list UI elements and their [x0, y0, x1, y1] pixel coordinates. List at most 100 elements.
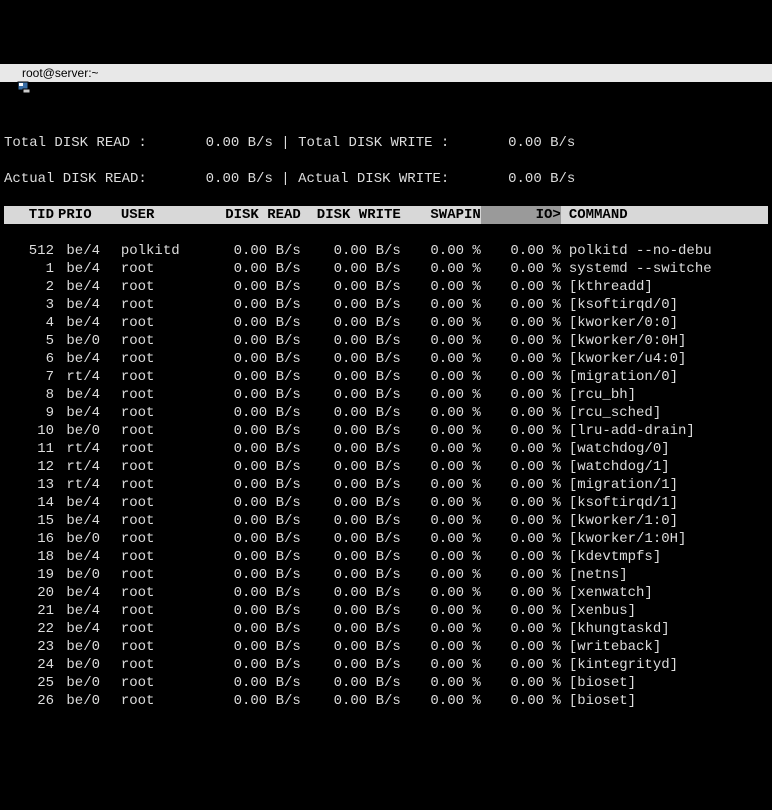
- cell-swapin: 0.00 %: [401, 242, 481, 260]
- process-row[interactable]: 16 be/0 root0.00 B/s0.00 B/s0.00 %0.00 %…: [4, 530, 768, 548]
- col-io[interactable]: IO>: [481, 206, 561, 224]
- cell-prio: rt/4: [54, 458, 104, 476]
- cell-swapin: 0.00 %: [401, 566, 481, 584]
- cell-tid: 2: [4, 278, 54, 296]
- process-row[interactable]: 18 be/4 root0.00 B/s0.00 B/s0.00 %0.00 %…: [4, 548, 768, 566]
- cell-tid: 12: [4, 458, 54, 476]
- cell-tid: 20: [4, 584, 54, 602]
- process-row[interactable]: 13 rt/4 root0.00 B/s0.00 B/s0.00 %0.00 %…: [4, 476, 768, 494]
- process-row[interactable]: 21 be/4 root0.00 B/s0.00 B/s0.00 %0.00 %…: [4, 602, 768, 620]
- cell-write: 0.00 B/s: [301, 296, 401, 314]
- cell-swapin: 0.00 %: [401, 620, 481, 638]
- process-row[interactable]: 3 be/4 root0.00 B/s0.00 B/s0.00 %0.00 %[…: [4, 296, 768, 314]
- cell-read: 0.00 B/s: [201, 602, 301, 620]
- process-row[interactable]: 8 be/4 root0.00 B/s0.00 B/s0.00 %0.00 %[…: [4, 386, 768, 404]
- cell-io: 0.00 %: [481, 278, 561, 296]
- process-row[interactable]: 6 be/4 root0.00 B/s0.00 B/s0.00 %0.00 %[…: [4, 350, 768, 368]
- process-row[interactable]: 10 be/0 root0.00 B/s0.00 B/s0.00 %0.00 %…: [4, 422, 768, 440]
- process-row[interactable]: 22 be/4 root0.00 B/s0.00 B/s0.00 %0.00 %…: [4, 620, 768, 638]
- terminal-output[interactable]: Total DISK READ : 0.00 B/s | Total DISK …: [0, 114, 772, 730]
- process-row[interactable]: 2 be/4 root0.00 B/s0.00 B/s0.00 %0.00 %[…: [4, 278, 768, 296]
- cell-write: 0.00 B/s: [301, 656, 401, 674]
- cell-read: 0.00 B/s: [201, 314, 301, 332]
- cell-swapin: 0.00 %: [401, 296, 481, 314]
- cell-swapin: 0.00 %: [401, 494, 481, 512]
- cell-prio: be/4: [54, 548, 104, 566]
- cell-user: root: [121, 530, 201, 548]
- process-row[interactable]: 20 be/4 root0.00 B/s0.00 B/s0.00 %0.00 %…: [4, 584, 768, 602]
- process-row[interactable]: 5 be/0 root0.00 B/s0.00 B/s0.00 %0.00 %[…: [4, 332, 768, 350]
- process-row[interactable]: 11 rt/4 root0.00 B/s0.00 B/s0.00 %0.00 %…: [4, 440, 768, 458]
- cell-write: 0.00 B/s: [301, 332, 401, 350]
- cell-write: 0.00 B/s: [301, 350, 401, 368]
- cell-read: 0.00 B/s: [201, 512, 301, 530]
- process-row[interactable]: 4 be/4 root0.00 B/s0.00 B/s0.00 %0.00 %[…: [4, 314, 768, 332]
- cell-io: 0.00 %: [481, 350, 561, 368]
- cell-write: 0.00 B/s: [301, 584, 401, 602]
- cell-swapin: 0.00 %: [401, 584, 481, 602]
- process-row[interactable]: 1 be/4 root0.00 B/s0.00 B/s0.00 %0.00 %s…: [4, 260, 768, 278]
- col-command[interactable]: COMMAND: [561, 206, 628, 224]
- cell-command: [watchdog/0]: [561, 440, 670, 458]
- cell-prio: be/0: [54, 530, 104, 548]
- cell-write: 0.00 B/s: [301, 404, 401, 422]
- col-swapin[interactable]: SWAPIN: [401, 206, 481, 224]
- cell-swapin: 0.00 %: [401, 314, 481, 332]
- process-row[interactable]: 26 be/0 root0.00 B/s0.00 B/s0.00 %0.00 %…: [4, 692, 768, 710]
- cell-read: 0.00 B/s: [201, 422, 301, 440]
- cell-io: 0.00 %: [481, 548, 561, 566]
- cell-command: [kthreadd]: [561, 278, 653, 296]
- cell-swapin: 0.00 %: [401, 386, 481, 404]
- cell-swapin: 0.00 %: [401, 638, 481, 656]
- cell-write: 0.00 B/s: [301, 620, 401, 638]
- cell-prio: be/4: [54, 494, 104, 512]
- cell-swapin: 0.00 %: [401, 692, 481, 710]
- process-row[interactable]: 12 rt/4 root0.00 B/s0.00 B/s0.00 %0.00 %…: [4, 458, 768, 476]
- cell-swapin: 0.00 %: [401, 476, 481, 494]
- cell-write: 0.00 B/s: [301, 278, 401, 296]
- cell-swapin: 0.00 %: [401, 332, 481, 350]
- cell-tid: 16: [4, 530, 54, 548]
- cell-io: 0.00 %: [481, 620, 561, 638]
- cell-read: 0.00 B/s: [201, 350, 301, 368]
- cell-command: [kworker/1:0]: [561, 512, 678, 530]
- cell-swapin: 0.00 %: [401, 278, 481, 296]
- cell-prio: be/4: [54, 620, 104, 638]
- cell-swapin: 0.00 %: [401, 350, 481, 368]
- window-title: root@server:~: [22, 66, 99, 80]
- col-tid[interactable]: TID: [4, 206, 54, 224]
- cell-io: 0.00 %: [481, 476, 561, 494]
- process-row[interactable]: 19 be/0 root0.00 B/s0.00 B/s0.00 %0.00 %…: [4, 566, 768, 584]
- col-prio[interactable]: PRIO: [54, 206, 104, 224]
- table-header: TIDPRIO USERDISK READDISK WRITESWAPINIO>…: [4, 206, 768, 224]
- cell-write: 0.00 B/s: [301, 638, 401, 656]
- cell-user: root: [121, 494, 201, 512]
- col-read[interactable]: DISK READ: [201, 206, 301, 224]
- process-row[interactable]: 512 be/4 polkitd0.00 B/s0.00 B/s0.00 %0.…: [4, 242, 768, 260]
- cell-swapin: 0.00 %: [401, 602, 481, 620]
- col-write[interactable]: DISK WRITE: [301, 206, 401, 224]
- process-row[interactable]: 15 be/4 root0.00 B/s0.00 B/s0.00 %0.00 %…: [4, 512, 768, 530]
- cell-user: root: [121, 674, 201, 692]
- process-row[interactable]: 14 be/4 root0.00 B/s0.00 B/s0.00 %0.00 %…: [4, 494, 768, 512]
- summary-line-1: Total DISK READ : 0.00 B/s | Total DISK …: [4, 134, 768, 152]
- cell-io: 0.00 %: [481, 566, 561, 584]
- cell-read: 0.00 B/s: [201, 692, 301, 710]
- cell-user: root: [121, 332, 201, 350]
- process-row[interactable]: 25 be/0 root0.00 B/s0.00 B/s0.00 %0.00 %…: [4, 674, 768, 692]
- cell-tid: 8: [4, 386, 54, 404]
- cell-prio: be/4: [54, 242, 104, 260]
- process-row[interactable]: 7 rt/4 root0.00 B/s0.00 B/s0.00 %0.00 %[…: [4, 368, 768, 386]
- process-row[interactable]: 9 be/4 root0.00 B/s0.00 B/s0.00 %0.00 %[…: [4, 404, 768, 422]
- cell-user: root: [121, 548, 201, 566]
- process-row[interactable]: 23 be/0 root0.00 B/s0.00 B/s0.00 %0.00 %…: [4, 638, 768, 656]
- cell-write: 0.00 B/s: [301, 494, 401, 512]
- window-titlebar[interactable]: root@server:~: [0, 64, 772, 82]
- cell-io: 0.00 %: [481, 404, 561, 422]
- cell-command: [rcu_bh]: [561, 386, 636, 404]
- cell-tid: 4: [4, 314, 54, 332]
- cell-swapin: 0.00 %: [401, 368, 481, 386]
- cell-user: root: [121, 350, 201, 368]
- col-user[interactable]: USER: [121, 206, 201, 224]
- process-row[interactable]: 24 be/0 root0.00 B/s0.00 B/s0.00 %0.00 %…: [4, 656, 768, 674]
